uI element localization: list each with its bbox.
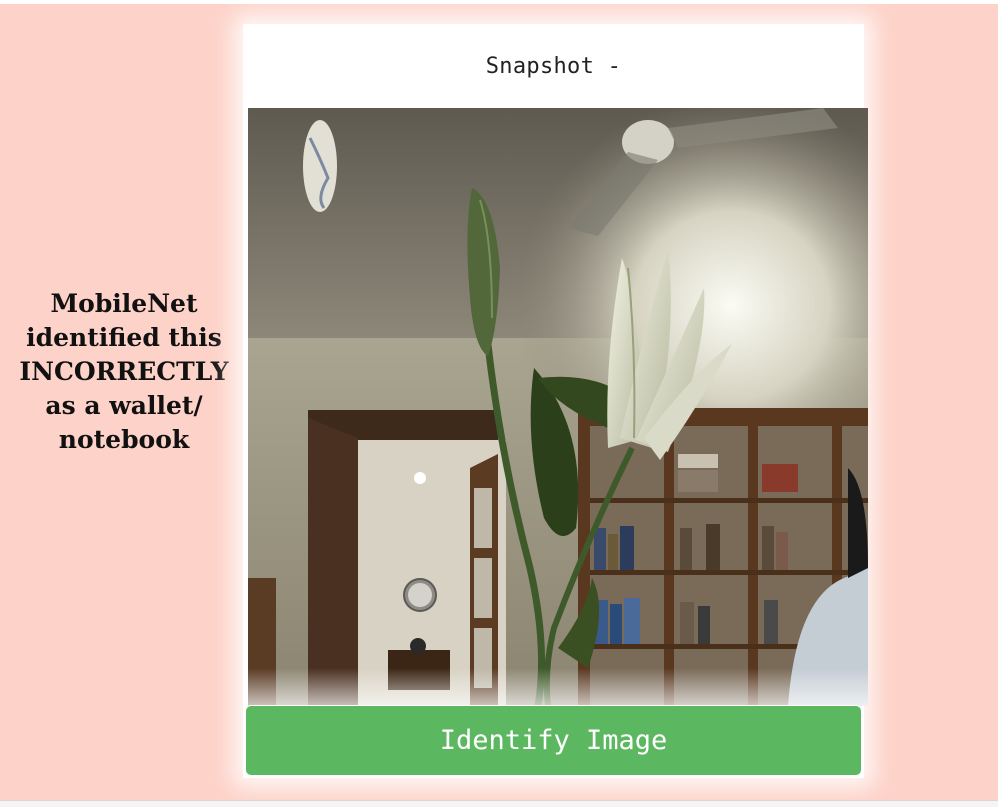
top-edge-strip xyxy=(0,0,998,4)
snapshot-title: Snapshot - xyxy=(485,53,622,79)
card-header: Snapshot - xyxy=(243,24,864,108)
classification-result-caption: MobileNet identified this INCORRECTLY as… xyxy=(19,289,229,454)
snapshot-photo xyxy=(248,108,868,706)
identify-image-button[interactable]: Identify Image xyxy=(245,705,862,776)
snapshot-image xyxy=(248,108,868,706)
snapshot-card: Snapshot - Identify Image xyxy=(243,24,868,778)
